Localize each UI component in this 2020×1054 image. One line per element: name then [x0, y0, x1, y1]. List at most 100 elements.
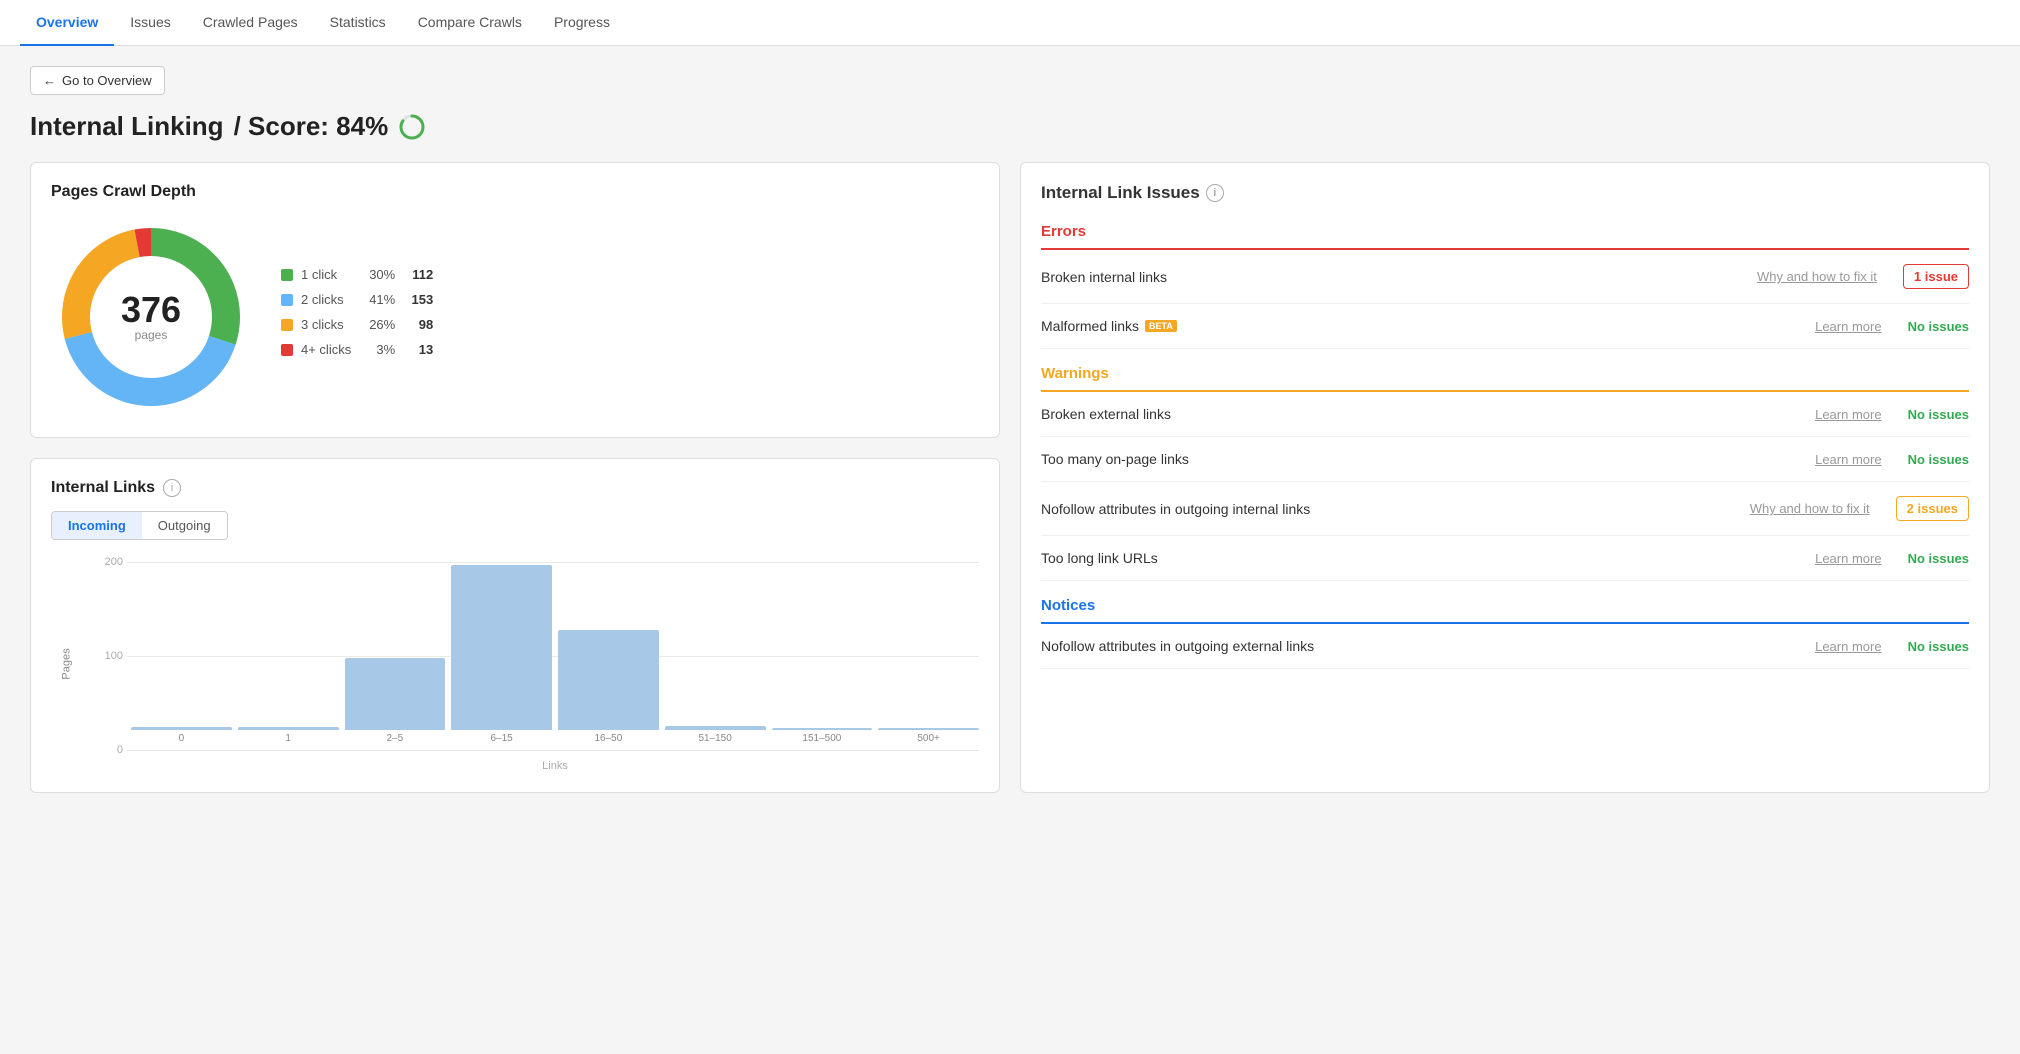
grid-label-0: 0 [95, 744, 123, 756]
crawl-depth-card: Pages Crawl Depth [30, 162, 1000, 438]
tab-progress[interactable]: Progress [538, 0, 626, 46]
bar-label-6-15: 6–15 [491, 733, 513, 744]
bar-51-150 [665, 726, 766, 730]
page-title-row: Internal Linking / Score: 84% [30, 111, 1990, 142]
legend-item-3clicks: 3 clicks 26% 98 [281, 317, 433, 332]
issue-badge-broken-internal[interactable]: 1 issue [1903, 264, 1969, 289]
bar-16-50 [558, 630, 659, 730]
beta-badge: BETA [1145, 320, 1177, 332]
issue-malformed-links: Malformed links BETA Learn more No issue… [1041, 304, 1969, 349]
legend-pct-3clicks: 26% [359, 317, 395, 332]
legend-item-1click: 1 click 30% 112 [281, 267, 433, 282]
pages-label: pages [121, 328, 181, 342]
legend-pct-1click: 30% [359, 267, 395, 282]
tab-overview[interactable]: Overview [20, 0, 114, 46]
bar-group-0: 0 [131, 727, 232, 744]
issue-long-urls: Too long link URLs Learn more No issues [1041, 536, 1969, 581]
warnings-header: Warnings [1041, 365, 1969, 392]
bar-group-6-15: 6–15 [451, 565, 552, 744]
tab-statistics[interactable]: Statistics [314, 0, 402, 46]
bar-6-15 [451, 565, 552, 730]
notices-header: Notices [1041, 597, 1969, 624]
crawl-depth-title: Pages Crawl Depth [51, 183, 979, 201]
bar-500plus [878, 728, 979, 730]
issue-link-long-urls[interactable]: Learn more [1815, 551, 1881, 566]
issue-name-broken-internal: Broken internal links [1041, 269, 1747, 285]
bar-label-0: 0 [179, 733, 185, 744]
bar-0 [131, 727, 232, 730]
issue-link-nofollow-external[interactable]: Learn more [1815, 639, 1881, 654]
internal-links-title: Internal Links [51, 479, 155, 497]
bar-group-500plus: 500+ [878, 728, 979, 744]
issue-status-too-many: No issues [1908, 452, 1969, 467]
issues-info-icon[interactable]: i [1206, 184, 1224, 202]
bars-row: 0 1 2–5 [131, 556, 979, 744]
bar-label-151-500: 151–500 [802, 733, 841, 744]
legend-dot-2clicks [281, 294, 293, 306]
arrow-left-icon: ← [43, 73, 56, 88]
bar-group-51-150: 51–150 [665, 726, 766, 744]
bar-1 [238, 727, 339, 730]
issue-name-long-urls: Too long link URLs [1041, 550, 1805, 566]
bar-chart-container: Pages 200 100 [51, 556, 979, 772]
crawl-depth-legend: 1 click 30% 112 2 clicks 41% 153 3 [281, 267, 433, 367]
issue-link-broken-internal[interactable]: Why and how to fix it [1757, 269, 1877, 284]
bar-label-1: 1 [285, 733, 291, 744]
issue-broken-external: Broken external links Learn more No issu… [1041, 392, 1969, 437]
toggle-outgoing[interactable]: Outgoing [142, 512, 227, 539]
legend-count-4plus: 13 [403, 342, 433, 357]
tab-crawled-pages[interactable]: Crawled Pages [187, 0, 314, 46]
back-button-label: Go to Overview [62, 73, 152, 88]
bar-group-2-5: 2–5 [345, 658, 446, 744]
legend-label-3clicks: 3 clicks [301, 317, 351, 332]
bar-chart: 200 100 0 [95, 556, 979, 756]
back-button[interactable]: ← Go to Overview [30, 66, 165, 95]
two-col-layout: Pages Crawl Depth [30, 162, 1990, 793]
donut-center: 376 pages [121, 292, 181, 342]
errors-section: Errors Broken internal links Why and how… [1041, 223, 1969, 349]
score-icon [398, 113, 426, 141]
bar-group-16-50: 16–50 [558, 630, 659, 744]
legend-item-4plus: 4+ clicks 3% 13 [281, 342, 433, 357]
issue-link-too-many[interactable]: Learn more [1815, 452, 1881, 467]
issue-nofollow-external: Nofollow attributes in outgoing external… [1041, 624, 1969, 669]
issue-badge-nofollow-internal[interactable]: 2 issues [1896, 496, 1969, 521]
donut-chart: 376 pages [51, 217, 251, 417]
internal-links-card: Internal Links i Incoming Outgoing Pages [30, 458, 1000, 793]
x-axis-label: Links [95, 760, 979, 772]
legend-label-1click: 1 click [301, 267, 351, 282]
bar-2-5 [345, 658, 446, 730]
legend-label-2clicks: 2 clicks [301, 292, 351, 307]
issues-title-text: Internal Link Issues [1041, 183, 1200, 203]
issue-name-nofollow-external: Nofollow attributes in outgoing external… [1041, 638, 1805, 654]
issue-link-broken-external[interactable]: Learn more [1815, 407, 1881, 422]
warnings-section: Warnings Broken external links Learn mor… [1041, 365, 1969, 581]
issue-status-malformed: No issues [1908, 319, 1969, 334]
issue-too-many-links: Too many on-page links Learn more No iss… [1041, 437, 1969, 482]
legend-count-1click: 112 [403, 267, 433, 282]
issue-status-nofollow-external: No issues [1908, 639, 1969, 654]
info-icon[interactable]: i [163, 479, 181, 497]
issue-link-malformed[interactable]: Learn more [1815, 319, 1881, 334]
legend-dot-3clicks [281, 319, 293, 331]
y-axis-label: Pages [61, 648, 73, 679]
issue-name-broken-external: Broken external links [1041, 406, 1805, 422]
issue-name-malformed: Malformed links BETA [1041, 318, 1805, 334]
issue-link-nofollow-internal[interactable]: Why and how to fix it [1750, 501, 1870, 516]
incoming-outgoing-toggle: Incoming Outgoing [51, 511, 228, 540]
toggle-incoming[interactable]: Incoming [52, 512, 142, 539]
legend-dot-1click [281, 269, 293, 281]
bar-151-500 [772, 728, 873, 730]
tab-issues[interactable]: Issues [114, 0, 186, 46]
bar-label-51-150: 51–150 [698, 733, 731, 744]
bar-label-500plus: 500+ [917, 733, 940, 744]
notices-section: Notices Nofollow attributes in outgoing … [1041, 597, 1969, 669]
issue-status-long-urls: No issues [1908, 551, 1969, 566]
page-title-text: Internal Linking [30, 111, 224, 142]
grid-label-100: 100 [95, 650, 123, 662]
legend-dot-4plus [281, 344, 293, 356]
issues-card: Internal Link Issues i Errors Broken int… [1020, 162, 1990, 793]
grid-label-200: 200 [95, 556, 123, 568]
tab-compare-crawls[interactable]: Compare Crawls [402, 0, 538, 46]
donut-section: 376 pages 1 click 30% 112 [51, 217, 979, 417]
